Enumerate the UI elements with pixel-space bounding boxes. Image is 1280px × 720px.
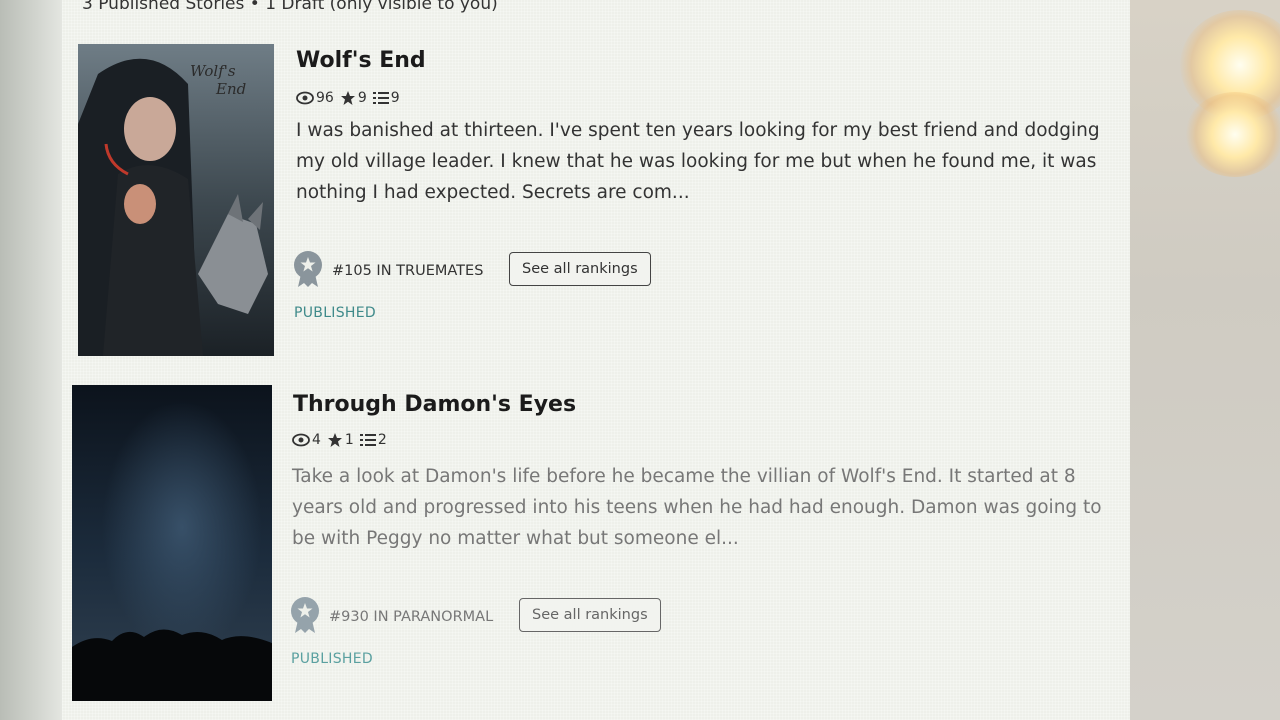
votes-count: 9 <box>357 90 367 106</box>
story-description: I was banished at thirteen. I've spent t… <box>296 120 1100 203</box>
see-all-rankings-button[interactable]: See all rankings <box>519 598 661 632</box>
story-description: Take a look at Damon's life before he be… <box>292 466 1102 549</box>
list-icon <box>372 91 389 105</box>
ranking-label: #930 IN PARANORMAL <box>329 609 494 625</box>
ranking-label: #105 IN TRUEMATES <box>332 263 484 279</box>
views-count: 4 <box>312 432 321 448</box>
ribbon-icon <box>289 596 321 638</box>
story-ranking: #105 IN TRUEMATES <box>292 250 483 292</box>
eye-icon <box>296 91 314 105</box>
story-title[interactable]: Wolf's End <box>296 48 426 73</box>
ribbon-icon <box>292 250 324 292</box>
votes-stat: 9 <box>340 90 367 106</box>
story-status: PUBLISHED <box>291 651 373 667</box>
story-stats: 96 9 9 <box>296 90 400 106</box>
story-stats: 4 1 2 <box>292 432 387 448</box>
eye-icon <box>292 433 310 447</box>
see-all-rankings-button[interactable]: See all rankings <box>509 252 651 286</box>
star-icon <box>340 90 356 106</box>
story-status: PUBLISHED <box>294 305 376 321</box>
screen-left-edge <box>0 0 62 720</box>
star-icon <box>327 432 343 448</box>
parts-stat: 9 <box>372 90 400 106</box>
list-icon <box>359 433 376 447</box>
parts-count: 2 <box>377 432 387 448</box>
svg-text:End: End <box>215 80 246 98</box>
story-cover[interactable] <box>72 385 272 701</box>
story-cover[interactable]: Wolf's End <box>78 44 274 356</box>
background-area <box>1130 0 1280 720</box>
views-stat: 96 <box>296 90 334 106</box>
story-title[interactable]: Through Damon's Eyes <box>293 392 576 417</box>
views-stat: 4 <box>292 432 321 448</box>
parts-count: 9 <box>390 90 400 106</box>
svg-text:Wolf's: Wolf's <box>190 62 236 80</box>
light-reflection <box>1185 92 1280 177</box>
votes-count: 1 <box>344 432 354 448</box>
votes-stat: 1 <box>327 432 354 448</box>
parts-stat: 2 <box>359 432 387 448</box>
stories-summary: 3 Published Stories • 1 Draft (only visi… <box>82 0 498 14</box>
story-ranking: #930 IN PARANORMAL <box>289 596 493 638</box>
views-count: 96 <box>316 90 334 106</box>
